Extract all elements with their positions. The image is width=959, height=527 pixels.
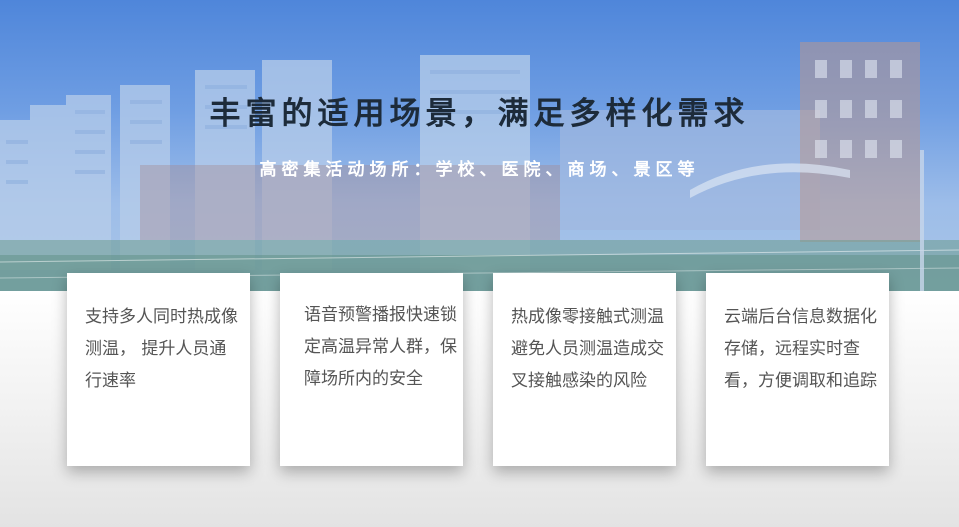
feature-card-text: 支持多人同时热成像测温， 提升人员通行速率 xyxy=(85,307,238,391)
hero-banner: 丰富的适用场景，满足多样化需求 高密集活动场所：学校、医院、商场、景区等 xyxy=(0,0,959,291)
feature-card-multi-person: 支持多人同时热成像测温， 提升人员通行速率 xyxy=(67,273,250,466)
feature-card-text: 热成像零接触式测温避免人员测温造成交叉接触感染的风险 xyxy=(511,307,664,391)
feature-card-text: 语音预警播报快速锁定高温异常人群，保障场所内的安全 xyxy=(304,305,457,389)
page-subtitle: 高密集活动场所：学校、医院、商场、景区等 xyxy=(259,160,700,180)
feature-card-contactless: 热成像零接触式测温避免人员测温造成交叉接触感染的风险 xyxy=(493,273,676,466)
feature-card-text: 云端后台信息数据化存储，远程实时查看，方便调取和追踪 xyxy=(724,307,877,391)
page-title: 丰富的适用场景，满足多样化需求 xyxy=(209,96,750,132)
feature-card-cloud-storage: 云端后台信息数据化存储，远程实时查看，方便调取和追踪 xyxy=(706,273,889,466)
campus-background-image xyxy=(0,42,959,291)
feature-card-voice-alert: 语音预警播报快速锁定高温异常人群，保障场所内的安全 xyxy=(280,273,463,466)
